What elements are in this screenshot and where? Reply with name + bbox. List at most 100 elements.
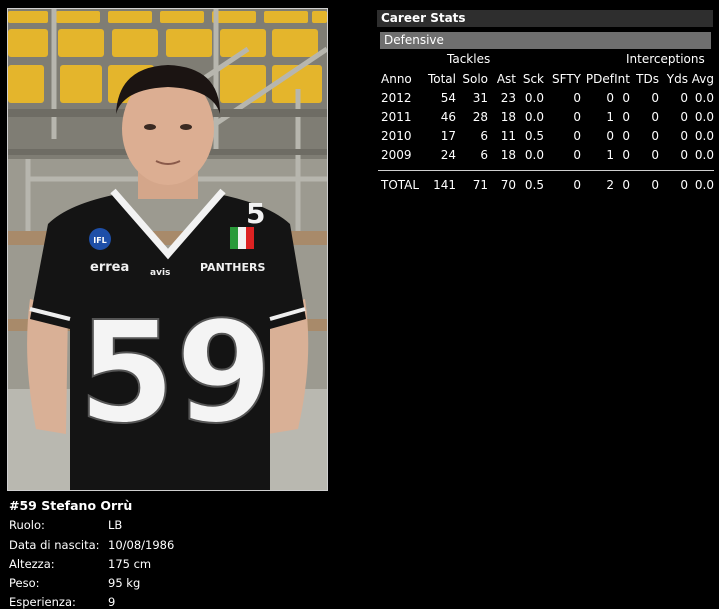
tackles-group-label: Tackles — [447, 52, 491, 66]
table-cell: 0.0 — [524, 109, 544, 124]
table-cell: 1 — [606, 147, 614, 162]
info-value: LB — [108, 518, 123, 532]
column-header: PDef — [585, 71, 614, 86]
table-cell: 46 — [440, 109, 456, 124]
column-header: Avg — [691, 71, 714, 86]
table-cell: 2009 — [381, 147, 412, 162]
defensive-stats-table: Anno Total Solo Ast Sck SFTY PDef Int TD… — [378, 69, 714, 196]
column-header: Solo — [462, 71, 488, 86]
table-cell: 0 — [630, 170, 659, 196]
table-cell: 2 — [581, 170, 614, 196]
table-cell: 0.0 — [524, 90, 544, 105]
player-name: #59 Stefano Orrù — [9, 498, 133, 513]
table-cell: 6 — [480, 128, 488, 143]
table-cell: 0 — [651, 109, 659, 124]
table-cell: 0 — [606, 90, 614, 105]
career-stats-header: Career Stats — [377, 10, 713, 27]
info-row-height: Altezza: 175 cm — [9, 557, 151, 571]
info-value: 9 — [108, 595, 116, 609]
table-cell: 0 — [680, 147, 688, 162]
table-cell: 0 — [680, 128, 688, 143]
defensive-section-header: Defensive — [380, 32, 711, 49]
interceptions-group-label: Interceptions — [626, 52, 705, 66]
table-row: 2012 54 31 23 0.0 0 0 0 0 0 0.0 — [378, 88, 714, 107]
table-cell: 0 — [651, 147, 659, 162]
table-cell: 0.0 — [688, 170, 714, 196]
table-cell: 1 — [606, 109, 614, 124]
table-cell: 70 — [488, 170, 516, 196]
ifl-logo-text: IFL — [93, 236, 107, 245]
info-value: 95 kg — [108, 576, 141, 590]
column-header: TDs — [636, 71, 659, 86]
column-header: Sck — [522, 71, 544, 86]
table-cell: 0 — [573, 90, 581, 105]
table-cell: 0.0 — [694, 90, 714, 105]
table-cell: 2011 — [381, 109, 412, 124]
player-photo: IFL errea avis PANTHERS 5 59 — [7, 8, 328, 491]
table-cell: 17 — [440, 128, 456, 143]
table-cell: 0 — [573, 109, 581, 124]
table-row: 2011 46 28 18 0.0 0 1 0 0 0 0.0 — [378, 107, 714, 126]
table-cell: 0 — [622, 128, 630, 143]
table-cell: 11 — [500, 128, 516, 143]
table-cell: 18 — [500, 109, 516, 124]
table-cell: 23 — [500, 90, 516, 105]
table-cell: 0.0 — [524, 147, 544, 162]
column-header: SFTY — [552, 71, 581, 86]
table-cell: 31 — [472, 90, 488, 105]
jersey-shoulder-number: 5 — [246, 197, 265, 230]
table-cell: 0 — [659, 170, 688, 196]
table-cell: 0.0 — [694, 147, 714, 162]
info-label: Altezza: — [9, 557, 55, 571]
table-cell: TOTAL — [378, 170, 422, 196]
column-header: Anno — [381, 71, 412, 86]
table-cell: 0 — [680, 109, 688, 124]
table-cell: 0 — [544, 170, 581, 196]
column-header: Int — [614, 71, 630, 86]
info-label: Peso: — [9, 576, 40, 590]
table-total-row: TOTAL 141 71 70 0.5 0 2 0 0 0 0.0 — [378, 170, 714, 196]
table-header-row: Anno Total Solo Ast Sck SFTY PDef Int TD… — [378, 69, 714, 88]
table-cell: 0.5 — [516, 170, 544, 196]
jersey-sponsor-panthers: PANTHERS — [200, 261, 265, 274]
column-header: Ast — [496, 71, 516, 86]
info-value: 10/08/1986 — [108, 538, 175, 552]
info-row-ruolo: Ruolo: LB — [9, 518, 122, 532]
table-cell: 0.5 — [524, 128, 544, 143]
table-cell: 0 — [573, 128, 581, 143]
table-cell: 71 — [456, 170, 488, 196]
column-header: Yds — [666, 71, 688, 86]
info-label: Ruolo: — [9, 518, 45, 532]
table-cell: 0 — [622, 109, 630, 124]
table-cell: 6 — [480, 147, 488, 162]
table-cell: 0 — [651, 128, 659, 143]
table-cell: 54 — [440, 90, 456, 105]
table-cell: 141 — [422, 170, 456, 196]
info-label: Esperienza: — [9, 595, 76, 609]
info-row-experience: Esperienza: 9 — [9, 595, 115, 609]
info-value: 175 cm — [108, 557, 152, 571]
jersey-sponsor-errea: errea — [90, 260, 129, 275]
table-cell: 0 — [622, 90, 630, 105]
table-cell: 0.0 — [694, 109, 714, 124]
table-cell: 0.0 — [694, 128, 714, 143]
table-cell: 28 — [472, 109, 488, 124]
table-cell: 2012 — [381, 90, 412, 105]
table-row: 2009 24 6 18 0.0 0 1 0 0 0 0.0 — [378, 145, 714, 164]
info-row-birthdate: Data di nascita: 10/08/1986 — [9, 538, 174, 552]
table-cell: 0 — [614, 170, 630, 196]
table-cell: 18 — [500, 147, 516, 162]
jersey-number: 59 — [78, 292, 273, 455]
table-cell: 0 — [573, 147, 581, 162]
info-row-weight: Peso: 95 kg — [9, 576, 140, 590]
column-header: Total — [427, 71, 456, 86]
jersey-sponsor-avis: avis — [150, 268, 170, 278]
table-cell: 24 — [440, 147, 456, 162]
table-cell: 0 — [606, 128, 614, 143]
table-cell: 0 — [622, 147, 630, 162]
table-cell: 0 — [651, 90, 659, 105]
info-label: Data di nascita: — [9, 538, 100, 552]
table-cell: 2010 — [381, 128, 412, 143]
table-row: 2010 17 6 11 0.5 0 0 0 0 0 0.0 — [378, 126, 714, 145]
table-cell: 0 — [680, 90, 688, 105]
